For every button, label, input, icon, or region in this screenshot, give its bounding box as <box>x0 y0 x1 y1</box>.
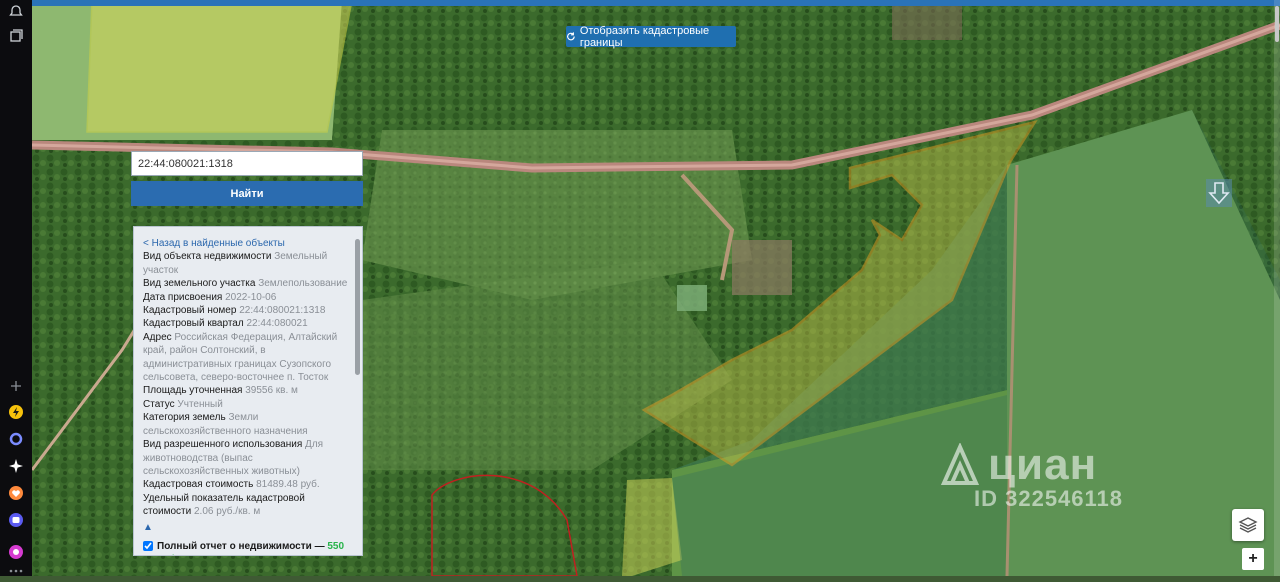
page-scrollbar-thumb[interactable] <box>1275 6 1279 42</box>
report-label: Полный отчет о недвижимости — <box>157 540 325 552</box>
browser-sidebar <box>0 0 32 576</box>
cadastral-button-label: Отобразить кадастровые границы <box>579 24 710 49</box>
bell-icon[interactable] <box>8 4 24 20</box>
cian-watermark: циан ID 322546118 <box>940 440 1123 512</box>
layers-button[interactable] <box>1232 509 1264 541</box>
messenger-app-icon[interactable] <box>8 512 24 528</box>
collapse-caret-icon[interactable]: ▲ <box>143 521 348 534</box>
field-permitted-use: Вид разрешенного использования Для живот… <box>143 439 324 477</box>
zoom-in-button[interactable]: + <box>1242 548 1264 570</box>
lightning-app-icon[interactable] <box>8 404 24 420</box>
full-report-checkbox[interactable] <box>143 540 153 551</box>
panel-scrollbar-thumb[interactable] <box>355 239 360 375</box>
alice-icon[interactable] <box>8 544 24 560</box>
sparkle-icon[interactable] <box>8 458 24 474</box>
ring-app-icon[interactable] <box>8 431 24 447</box>
tabs-icon[interactable] <box>8 28 24 44</box>
object-info-panel[interactable]: < Назад в найденные объекты Вид объекта … <box>133 226 363 556</box>
back-to-results-link[interactable]: < Назад в найденные объекты <box>143 237 348 250</box>
field-address: Адрес Российская Федерация, Алтайский кр… <box>143 331 338 384</box>
field-assign-date: Дата присвоения 2022-10-06 <box>143 291 277 303</box>
refresh-icon <box>567 32 575 41</box>
field-unit-value: Удельный показатель кадастровой стоимост… <box>143 492 305 518</box>
add-icon[interactable] <box>8 378 24 394</box>
heart-app-icon[interactable] <box>8 485 24 501</box>
watermark-id: ID 322546118 <box>974 486 1124 511</box>
full-report-option[interactable]: Полный отчет о недвижимости — 550 руб. <box>143 540 348 555</box>
page-scrollbar[interactable] <box>1274 0 1280 576</box>
field-area: Площадь уточненная 39556 кв. м <box>143 385 298 397</box>
more-icon[interactable] <box>8 566 24 582</box>
field-cadastral-value: Кадастровая стоимость 81489.48 руб. <box>143 479 320 491</box>
cian-logo-icon <box>940 443 980 485</box>
find-button[interactable]: Найти <box>131 181 363 206</box>
watermark-brand: циан <box>988 440 1098 489</box>
field-status: Статус Учтенный <box>143 398 223 410</box>
field-land-category: Категория земель Земли сельскохозяйствен… <box>143 412 308 437</box>
field-plot-type: Вид земельного участка Землепользование <box>143 278 348 290</box>
top-accent-bar <box>32 0 1280 6</box>
field-cadastral-number: Кадастровый номер 22:44:080021:1318 <box>143 305 326 317</box>
field-cadastral-quarter: Кадастровый квартал 22:44:080021 <box>143 318 308 330</box>
field-object-type: Вид объекта недвижимости Земельный участ… <box>143 251 328 276</box>
show-cadastral-borders-button[interactable]: Отобразить кадастровые границы <box>566 24 736 49</box>
cadastral-search-input[interactable] <box>131 151 363 176</box>
arrow-down-icon[interactable] <box>1206 179 1232 207</box>
layers-icon <box>1238 517 1258 533</box>
